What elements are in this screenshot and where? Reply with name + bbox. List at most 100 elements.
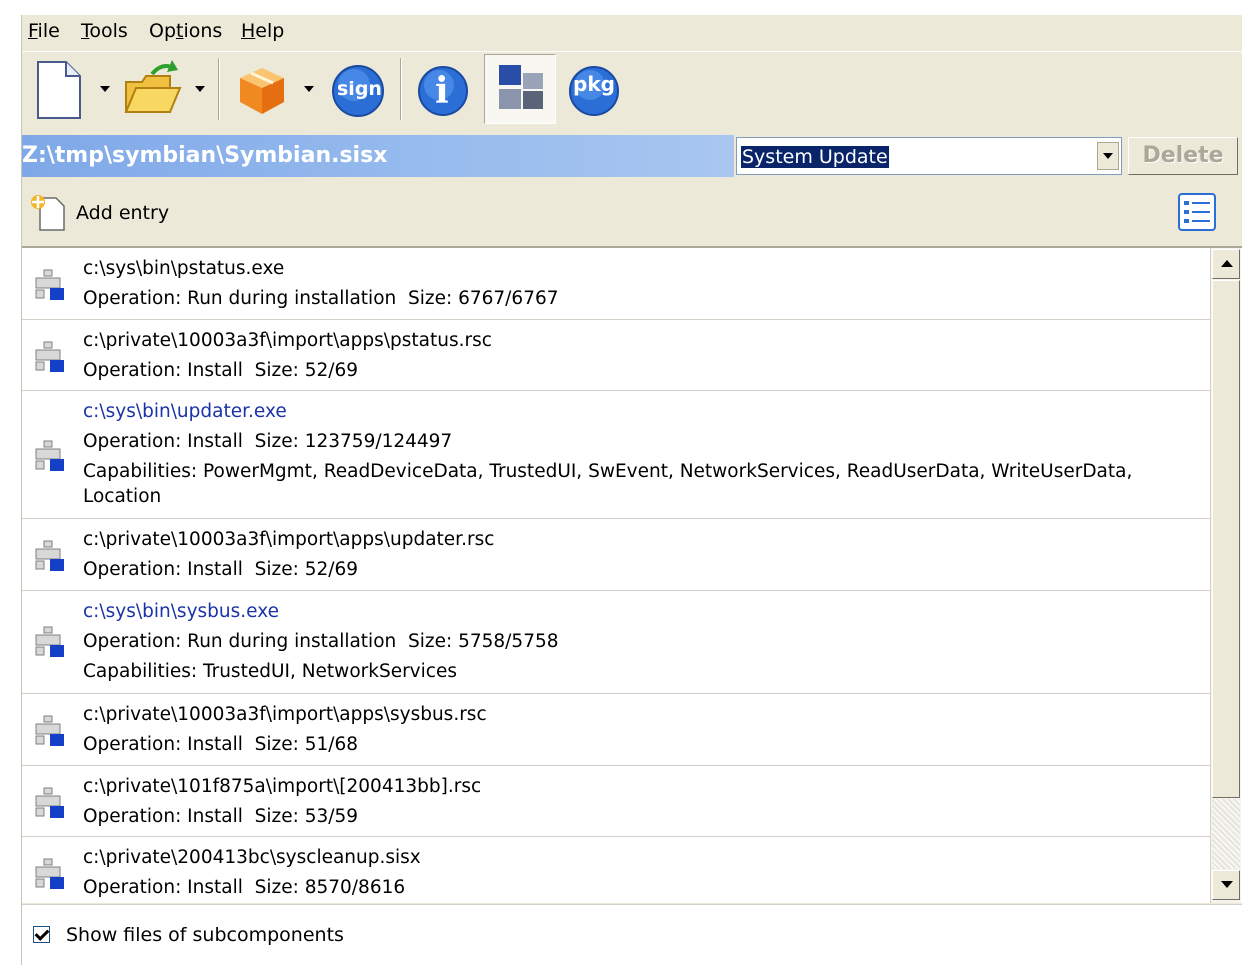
entry-size: Size: 52/69 bbox=[254, 559, 359, 580]
entry-details: Operation: Install Size: 52/69 bbox=[83, 360, 358, 381]
open-button[interactable] bbox=[122, 56, 184, 122]
entry-operation: Operation: Install bbox=[83, 360, 243, 381]
scroll-thumb[interactable] bbox=[1212, 280, 1240, 798]
entry-size: Size: 51/68 bbox=[254, 734, 359, 755]
chevron-down-icon[interactable] bbox=[1097, 142, 1119, 170]
show-subcomponents-checkbox[interactable] bbox=[33, 926, 50, 943]
new-file-dropdown-arrow[interactable] bbox=[100, 86, 110, 92]
list-view-icon bbox=[1178, 193, 1216, 231]
pkg-button[interactable]: pkg bbox=[566, 56, 622, 122]
info-button[interactable]: i bbox=[416, 56, 470, 122]
package-path-bar: Z:\tmp\symbian\Symbian.sisx System Updat… bbox=[22, 132, 1242, 180]
list-item[interactable]: c:\sys\bin\pstatus.exe Operation: Run du… bbox=[22, 248, 1210, 320]
pkg-icon-label: pkg bbox=[573, 72, 615, 96]
entry-details: Operation: Install Size: 53/59 bbox=[83, 806, 358, 827]
add-entry-icon bbox=[31, 195, 65, 231]
entry-details: Operation: Install Size: 52/69 bbox=[83, 559, 358, 580]
entry-path: c:\private\10003a3f\import\apps\updater.… bbox=[83, 529, 495, 550]
entry-operation: Operation: Run during installation bbox=[83, 631, 397, 652]
entry-operation: Operation: Install bbox=[83, 877, 243, 898]
file-entry-icon bbox=[35, 858, 64, 889]
entry-path: c:\private\200413bc\syscleanup.sisx bbox=[83, 847, 421, 868]
menu-bar: File Tools Options Help bbox=[22, 15, 1242, 49]
scroll-down-button[interactable] bbox=[1212, 870, 1240, 900]
info-icon-label: i bbox=[435, 70, 449, 112]
toolbar-separator bbox=[400, 58, 402, 120]
components-view-icon bbox=[499, 65, 543, 109]
build-package-button[interactable] bbox=[234, 56, 290, 122]
menu-tools-rest: ools bbox=[89, 20, 128, 42]
menu-file[interactable]: File bbox=[26, 20, 62, 42]
list-item[interactable]: c:\sys\bin\sysbus.exe Operation: Run dur… bbox=[22, 591, 1210, 694]
entry-size: Size: 52/69 bbox=[254, 360, 359, 381]
entry-path: c:\sys\bin\updater.exe bbox=[83, 401, 287, 422]
list-item[interactable]: c:\private\10003a3f\import\apps\updater.… bbox=[22, 519, 1210, 591]
file-entry-icon bbox=[35, 341, 64, 372]
entry-details: Operation: Run during installation Size:… bbox=[83, 631, 559, 652]
toolbar: sign i pkg bbox=[22, 51, 1242, 128]
entry-operation: Operation: Install bbox=[83, 559, 243, 580]
show-subcomponents-label[interactable]: Show files of subcomponents bbox=[66, 924, 344, 946]
menu-file-accel: F bbox=[28, 20, 38, 42]
entry-size: Size: 5758/5758 bbox=[408, 631, 559, 652]
entry-details: Operation: Run during installation Size:… bbox=[83, 288, 559, 309]
file-entry-icon bbox=[35, 787, 64, 818]
vertical-scrollbar[interactable] bbox=[1210, 248, 1241, 903]
components-view-button[interactable] bbox=[484, 54, 556, 124]
sign-button[interactable]: sign bbox=[328, 56, 388, 122]
entry-capabilities: Capabilities: PowerMgmt, ReadDeviceData,… bbox=[83, 461, 1133, 482]
open-dropdown-arrow[interactable] bbox=[195, 86, 205, 92]
build-dropdown-arrow[interactable] bbox=[304, 86, 314, 92]
menu-file-rest: ile bbox=[37, 20, 60, 42]
delete-button[interactable]: Delete bbox=[1128, 137, 1238, 175]
menu-help-accel: H bbox=[241, 20, 256, 42]
entry-operation: Operation: Install bbox=[83, 806, 243, 827]
add-entry-button[interactable]: Add entry bbox=[28, 192, 178, 232]
list-item[interactable]: c:\private\200413bc\syscleanup.sisx Oper… bbox=[22, 837, 1210, 903]
file-entry-icon bbox=[35, 269, 64, 300]
entry-capabilities: Capabilities: TrustedUI, NetworkServices bbox=[83, 661, 457, 682]
component-combo[interactable]: System Update bbox=[736, 137, 1122, 175]
entry-path: c:\sys\bin\pstatus.exe bbox=[83, 258, 285, 279]
add-entry-label: Add entry bbox=[76, 202, 170, 224]
menu-help[interactable]: Help bbox=[239, 20, 286, 42]
list-item[interactable]: c:\private\10003a3f\import\apps\sysbus.r… bbox=[22, 694, 1210, 766]
entry-toolbar: Add entry bbox=[22, 182, 1242, 248]
entry-path: c:\private\101f875a\import\[200413bb].rs… bbox=[83, 776, 482, 797]
component-combo-value: System Update bbox=[741, 146, 889, 168]
list-item[interactable]: c:\sys\bin\updater.exe Operation: Instal… bbox=[22, 391, 1210, 519]
file-entry-icon bbox=[35, 626, 64, 657]
options-footer: Show files of subcomponents bbox=[22, 904, 1242, 966]
open-folder-icon bbox=[124, 60, 182, 113]
entry-size: Size: 53/59 bbox=[254, 806, 359, 827]
entry-size: Size: 8570/8616 bbox=[254, 877, 406, 898]
application-window: File Tools Options Help sign i pkg Z:\tm… bbox=[21, 15, 1242, 966]
entry-size: Size: 123759/124497 bbox=[254, 431, 453, 452]
file-entry-icon bbox=[35, 715, 64, 746]
file-entry-icon bbox=[35, 540, 64, 571]
entry-path: c:\sys\bin\sysbus.exe bbox=[83, 601, 279, 622]
new-file-icon bbox=[37, 61, 81, 119]
new-file-button[interactable] bbox=[34, 56, 86, 122]
package-path-title: Z:\tmp\symbian\Symbian.sisx bbox=[22, 135, 734, 177]
entry-path: c:\private\10003a3f\import\apps\sysbus.r… bbox=[83, 704, 487, 725]
entry-details: Operation: Install Size: 123759/124497 bbox=[83, 431, 452, 452]
menu-options[interactable]: Options bbox=[147, 20, 224, 42]
entry-details: Operation: Install Size: 8570/8616 bbox=[83, 877, 405, 898]
entry-operation: Operation: Run during installation bbox=[83, 288, 397, 309]
menu-tools[interactable]: Tools bbox=[79, 20, 130, 42]
file-list[interactable]: c:\sys\bin\pstatus.exe Operation: Run du… bbox=[22, 248, 1242, 903]
toolbar-separator bbox=[218, 58, 220, 120]
menu-help-rest: elp bbox=[255, 20, 285, 42]
sign-icon-label: sign bbox=[337, 78, 382, 100]
entry-operation: Operation: Install bbox=[83, 734, 243, 755]
menu-options-pre: Op bbox=[149, 20, 177, 42]
entry-path: c:\private\10003a3f\import\apps\pstatus.… bbox=[83, 330, 492, 351]
scroll-track[interactable] bbox=[1212, 799, 1240, 869]
list-item[interactable]: c:\private\10003a3f\import\apps\pstatus.… bbox=[22, 320, 1210, 391]
list-item[interactable]: c:\private\101f875a\import\[200413bb].rs… bbox=[22, 766, 1210, 837]
list-view-button[interactable] bbox=[1177, 192, 1217, 232]
scroll-up-button[interactable] bbox=[1212, 249, 1240, 279]
entry-size: Size: 6767/6767 bbox=[408, 288, 559, 309]
menu-options-rest: ions bbox=[183, 20, 223, 42]
